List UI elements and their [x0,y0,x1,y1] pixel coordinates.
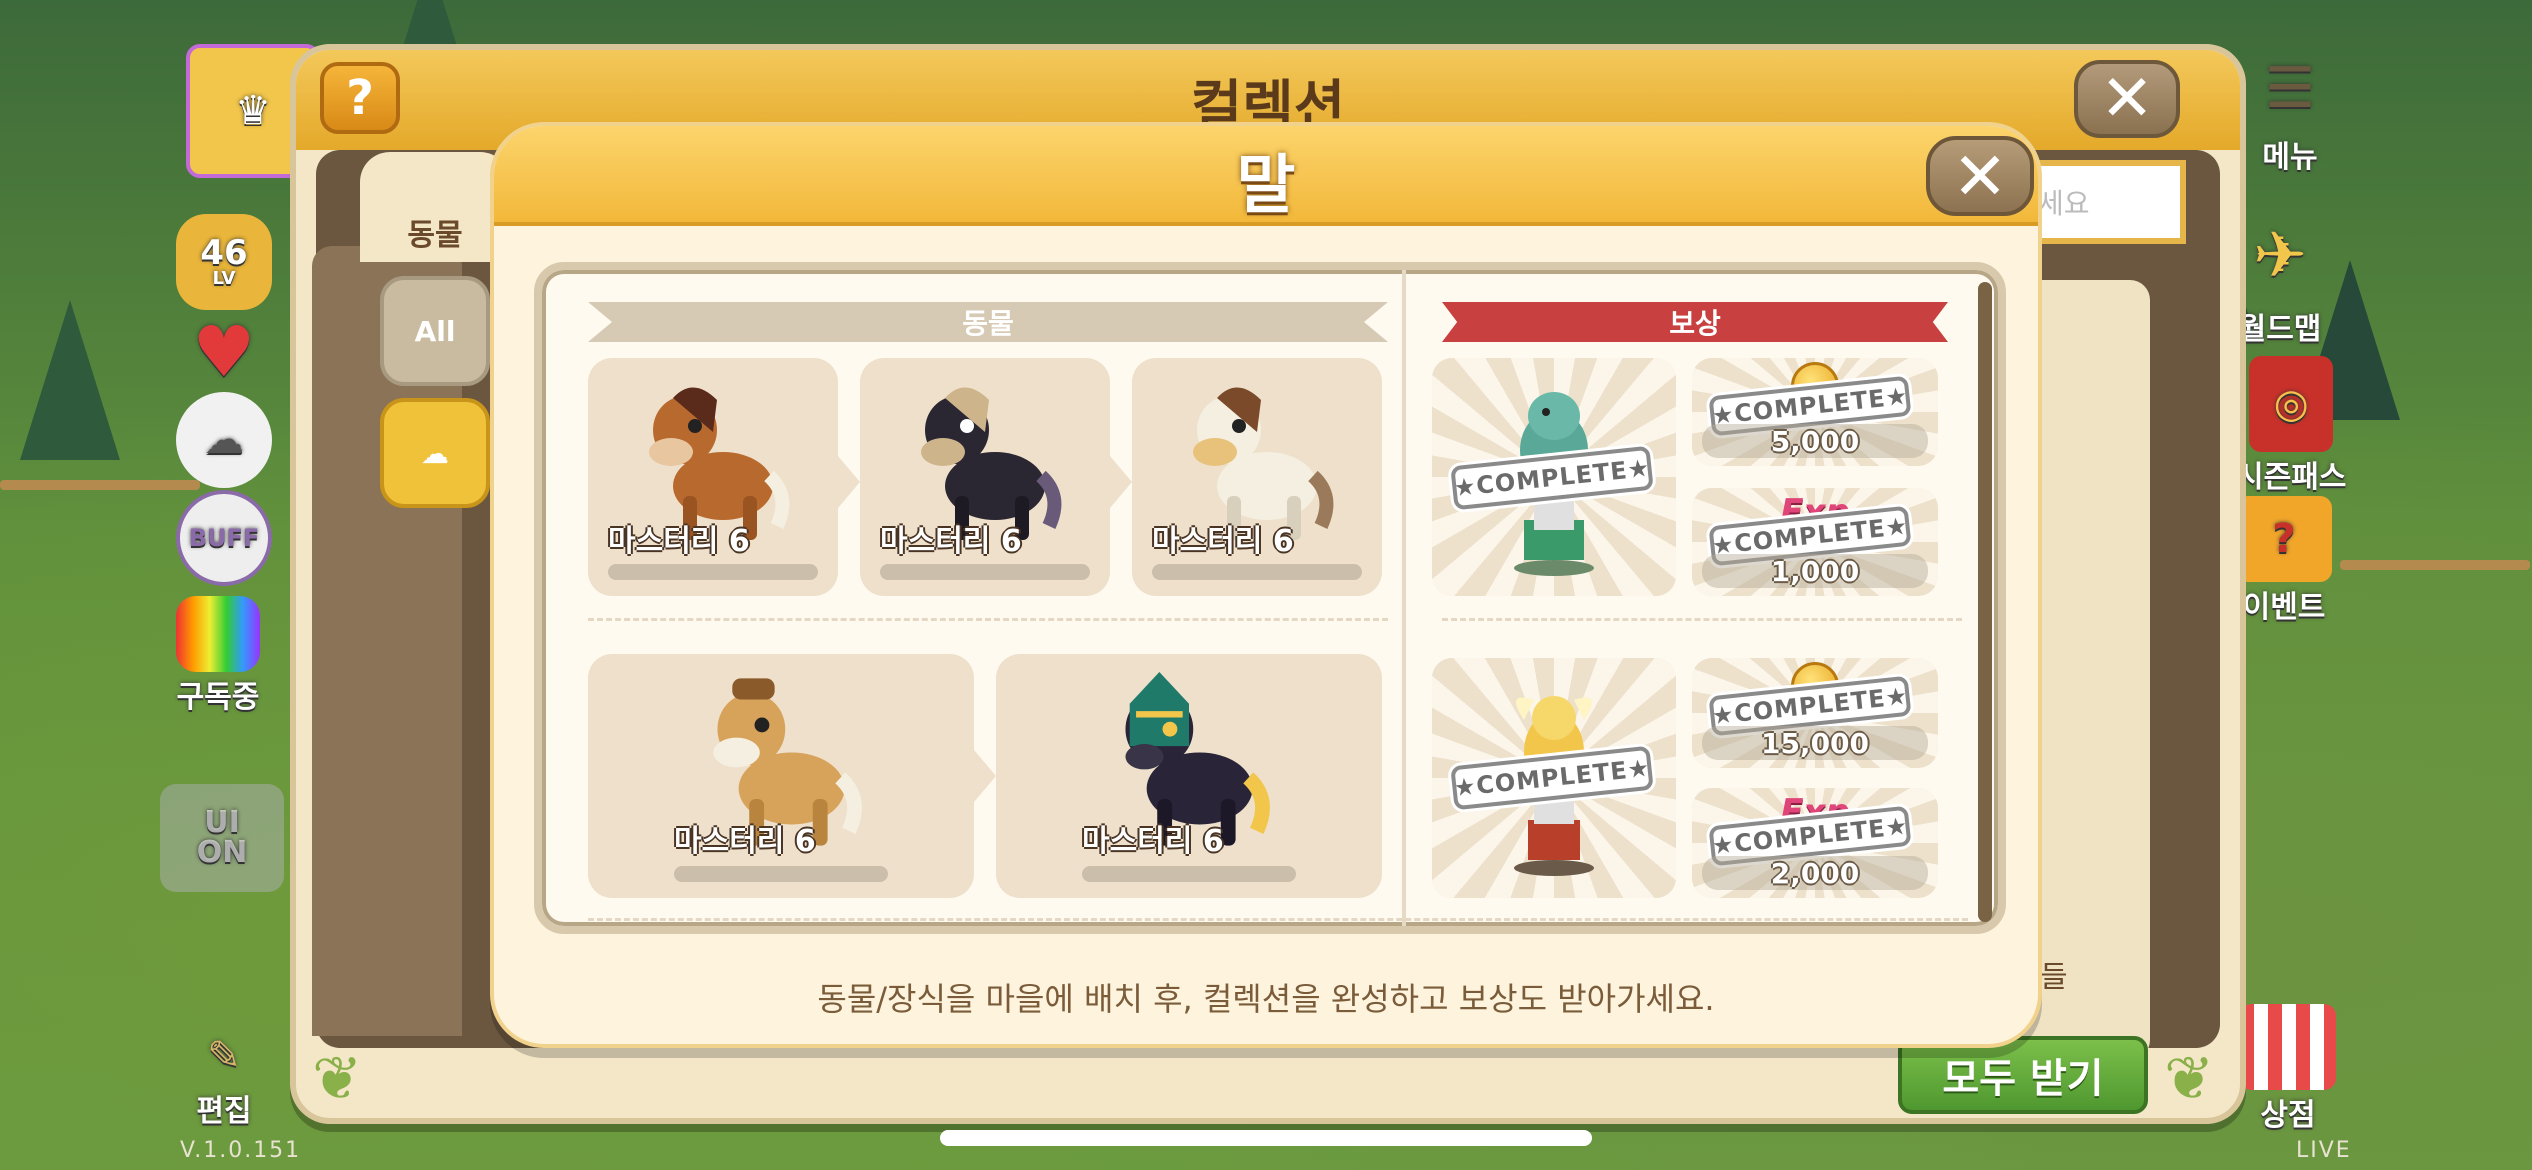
mastery-progress-bar [880,564,1090,580]
buff-label: BUFF [188,524,260,552]
ui-toggle-button[interactable]: UI ON [160,784,284,892]
level-star-icon: 46 LV [176,214,272,310]
ui-toggle-label: UI ON [196,805,248,870]
edit-label: 편집 [196,1094,252,1129]
row-separator [588,918,1968,921]
gift-icon: ? [2236,496,2332,582]
buff-button[interactable]: BUFF [176,490,272,586]
world-map-button[interactable]: ✈ 월드맵 [2232,208,2328,348]
passport-icon: ◎ [2249,356,2334,452]
reward-coin-card[interactable]: ★COMPLETE★ 5,000 [1692,358,1938,466]
column-divider [1402,270,1406,926]
collection-scrollbar[interactable] [2176,244,2216,1034]
tab-animals-label: 동물 [407,218,463,253]
tab-animals[interactable]: 동물 [360,152,510,262]
list-item-label: 들 [2040,960,2068,995]
menu-icon: ☰ [2264,55,2316,121]
chevron-right-icon [974,750,996,802]
menu-button[interactable]: ☰ 메뉴 [2240,44,2340,176]
animal-card[interactable]: 마스터리 6 [588,654,974,898]
level-sub: LV [212,268,236,289]
collection-close-button[interactable]: ✕ [2074,60,2180,138]
horse-collection-modal: 말 ✕ 동물 보상 마스터리 6 마스터리 6 마스터리 6 마스터리 6 마스… [490,122,2042,1048]
ui-toggle-icon: UI ON [160,784,284,892]
shop-label: 상점 [2260,1098,2316,1133]
plane-icon: ✈ [2253,219,2307,293]
world-map-label: 월드맵 [2238,312,2322,347]
collection-content: 동물 보상 마스터리 6 마스터리 6 마스터리 6 마스터리 6 마스터리 6… [534,262,2006,934]
tv-icon [176,596,260,672]
season-pass-label: 시즌패스 [2236,460,2347,495]
sheep-button[interactable]: ☁ [176,392,272,488]
edit-button[interactable]: ✎ 편집 [186,1026,262,1130]
brush-icon: ✎ [207,1033,241,1079]
animals-header: 동물 [588,302,1388,342]
mastery-progress-bar [608,564,818,580]
shop-button[interactable]: 상점 [2240,1004,2336,1134]
mastery-label: 마스터리 6 [1082,824,1224,859]
content-scrollbar[interactable] [1978,282,1992,922]
modal-close-button[interactable]: ✕ [1926,136,2034,216]
level-number: 46 [200,233,248,273]
animal-card[interactable]: 마스터리 6 [588,358,838,596]
modal-title: 말 [1236,149,1296,223]
fence [2340,560,2530,570]
sheep-tag-icon: ☁ [421,436,449,470]
mastery-label: 마스터리 6 [674,824,816,859]
tree [20,300,120,460]
reward-exp-card[interactable]: Exp ★COMPLETE★ 2,000 [1692,788,1938,898]
fence [0,480,200,490]
reward-coin-card[interactable]: ★COMPLETE★ 15,000 [1692,658,1938,768]
version-text: V.1.0.151 [180,1138,302,1163]
chevron-right-icon [1110,456,1132,508]
help-button[interactable]: ? [320,62,400,134]
filter-all-button[interactable]: All [380,276,490,386]
shop-icon [2240,1004,2336,1090]
buff-icon: BUFF [176,490,272,586]
filter-all-label: All [414,314,456,348]
reward-amount: 5,000 [1702,424,1928,458]
laurel-left-icon: ❦ [312,1044,363,1114]
event-label: 이벤트 [2242,590,2326,625]
mastery-label: 마스터리 6 [880,524,1022,559]
mastery-label: 마스터리 6 [1152,524,1294,559]
mastery-label: 마스터리 6 [608,524,750,559]
heart-icon: ♥ [192,311,256,393]
level-badge[interactable]: 46 LV [176,214,272,310]
laurel-right-icon: ❦ [2164,1044,2215,1114]
row-separator [1442,618,1962,621]
mastery-progress-bar [1082,866,1296,882]
collection-hint: 동물/장식을 마을에 배치 후, 컬렉션을 완성하고 보상도 받아가세요. [817,980,1715,1018]
mastery-progress-bar [674,866,888,882]
reward-item-card[interactable]: ★COMPLETE★ [1432,358,1676,596]
row-separator [588,618,1388,621]
sheep-icon: ☁ [176,392,272,488]
live-indicator: LIVE [2296,1138,2352,1163]
reward-exp-card[interactable]: Exp ★COMPLETE★ 1,000 [1692,488,1938,596]
mastery-progress-bar [1152,564,1362,580]
reward-item-card[interactable]: ★COMPLETE★ [1432,658,1676,898]
animal-card[interactable]: 마스터리 6 [996,654,1382,898]
reward-amount: 15,000 [1702,726,1928,760]
filter-owned-button[interactable]: ☁ [380,398,490,508]
menu-label: 메뉴 [2262,140,2318,175]
animal-card[interactable]: 마스터리 6 [1132,358,1382,596]
home-indicator[interactable] [940,1130,1592,1146]
subscription-label: 구독중 [176,680,260,715]
reward-header: 보상 [1442,302,1948,342]
subscription-button[interactable]: 구독중 [176,596,260,716]
animal-card[interactable]: 마스터리 6 [860,358,1110,596]
chevron-right-icon [838,456,860,508]
reward-amount: 1,000 [1702,554,1928,588]
reward-amount: 2,000 [1702,856,1928,890]
heart-button[interactable]: ♥ [176,304,272,400]
event-button[interactable]: ? 이벤트 [2236,496,2332,626]
season-pass-button[interactable]: ◎ 시즌패스 [2236,356,2346,496]
